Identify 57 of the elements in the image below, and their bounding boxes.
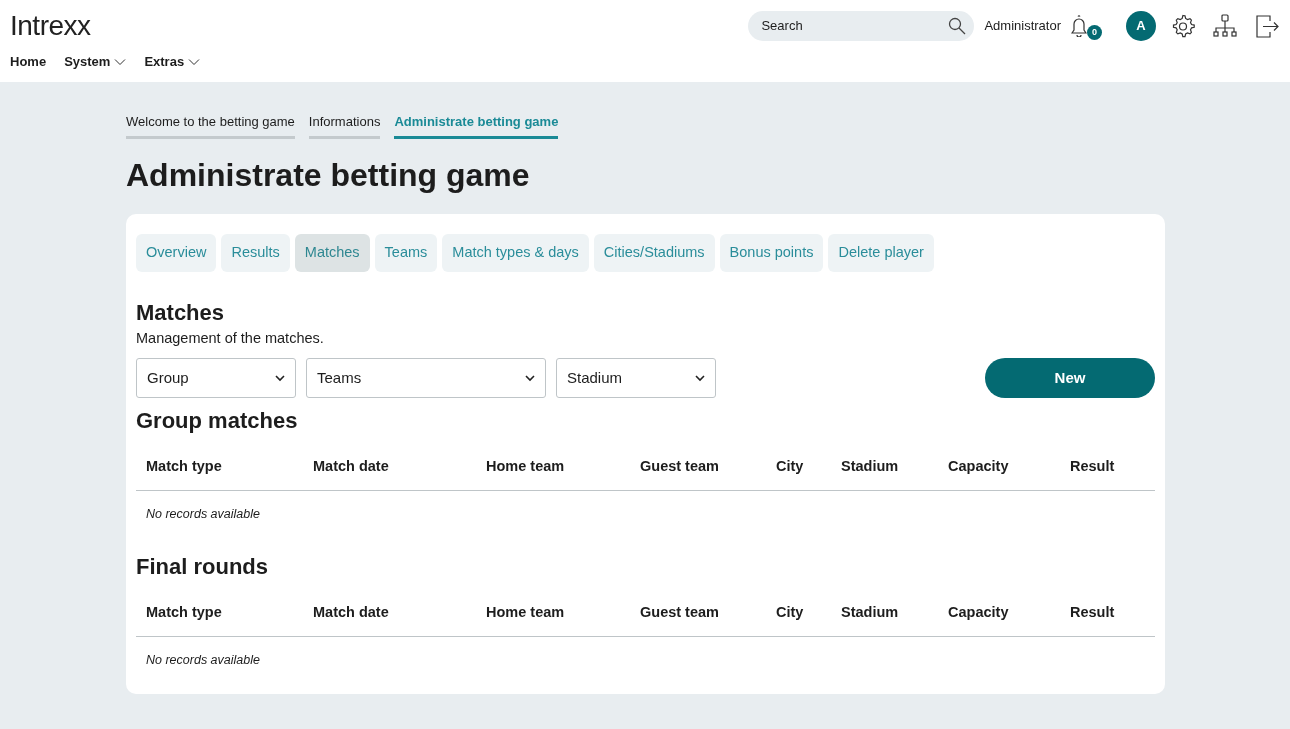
chevron-icon — [525, 374, 535, 382]
section-tab[interactable]: Overview — [136, 233, 217, 272]
search-input[interactable]: Search — [759, 15, 949, 37]
section-tab[interactable]: Cities/Stadiums — [593, 233, 715, 272]
column-header: Match date — [303, 444, 476, 491]
section-tab[interactable]: Delete player — [828, 233, 934, 272]
column-header: Match type — [136, 444, 303, 491]
nav-link-item[interactable]: Home — [10, 52, 47, 72]
section-tab[interactable]: Teams — [374, 233, 438, 272]
section-title: Matches — [136, 299, 226, 327]
sitemap-icon[interactable] — [1212, 13, 1238, 39]
bell-icon[interactable] — [1071, 15, 1087, 37]
column-header: Match type — [136, 590, 303, 637]
empty-message: No records available — [136, 490, 1155, 538]
column-header: Result — [1060, 444, 1155, 491]
column-header: Capacity — [938, 444, 1060, 491]
avatar[interactable]: A — [1126, 11, 1156, 41]
notification-badge: 0 — [1087, 25, 1102, 40]
search-icon[interactable] — [948, 17, 967, 35]
section-tab[interactable]: Match types & days — [442, 233, 589, 272]
column-header: Match date — [303, 590, 476, 637]
section-tab[interactable]: Bonus points — [719, 233, 824, 272]
empty-message: No records available — [136, 636, 1155, 684]
chevron-icon — [275, 374, 285, 382]
nav-link-item[interactable]: Extras — [144, 52, 201, 72]
filter-dropdown[interactable]: Stadium — [556, 358, 716, 399]
section-tab[interactable]: Matches — [294, 233, 370, 272]
column-header: Capacity — [938, 590, 1060, 637]
page-tab[interactable]: Informations — [308, 112, 381, 139]
column-header: Home team — [476, 444, 630, 491]
chevron-icon — [114, 58, 127, 66]
column-header: Result — [1060, 590, 1155, 637]
section-tab[interactable]: Results — [221, 233, 290, 272]
user-name[interactable]: Administrator — [984, 16, 1061, 36]
search-field[interactable]: Search — [748, 11, 975, 41]
column-header: City — [766, 590, 831, 637]
section-description: Management of the matches. — [136, 329, 325, 349]
column-header: City — [766, 444, 831, 491]
chevron-icon — [188, 58, 201, 66]
filter-dropdown[interactable]: Group — [136, 358, 296, 399]
nav-link-item[interactable]: System — [64, 52, 127, 72]
column-header: Home team — [476, 590, 630, 637]
page-tab[interactable]: Administrate betting game — [394, 112, 559, 139]
logo[interactable]: Intrexx — [10, 12, 91, 40]
column-header: Stadium — [831, 590, 938, 637]
page-title: Administrate betting game — [126, 155, 531, 194]
new-button[interactable]: New — [985, 358, 1155, 399]
column-header: Guest team — [630, 590, 766, 637]
gear-icon[interactable] — [1170, 13, 1196, 39]
page-tab[interactable]: Welcome to the betting game — [126, 112, 295, 139]
filter-dropdown[interactable]: Teams — [306, 358, 546, 399]
table-title: Group matches — [136, 408, 299, 435]
column-header: Stadium — [831, 444, 938, 491]
column-header: Guest team — [630, 444, 766, 491]
logout-icon[interactable] — [1254, 13, 1280, 39]
table-title: Final rounds — [136, 553, 269, 581]
chevron-icon — [695, 374, 705, 382]
